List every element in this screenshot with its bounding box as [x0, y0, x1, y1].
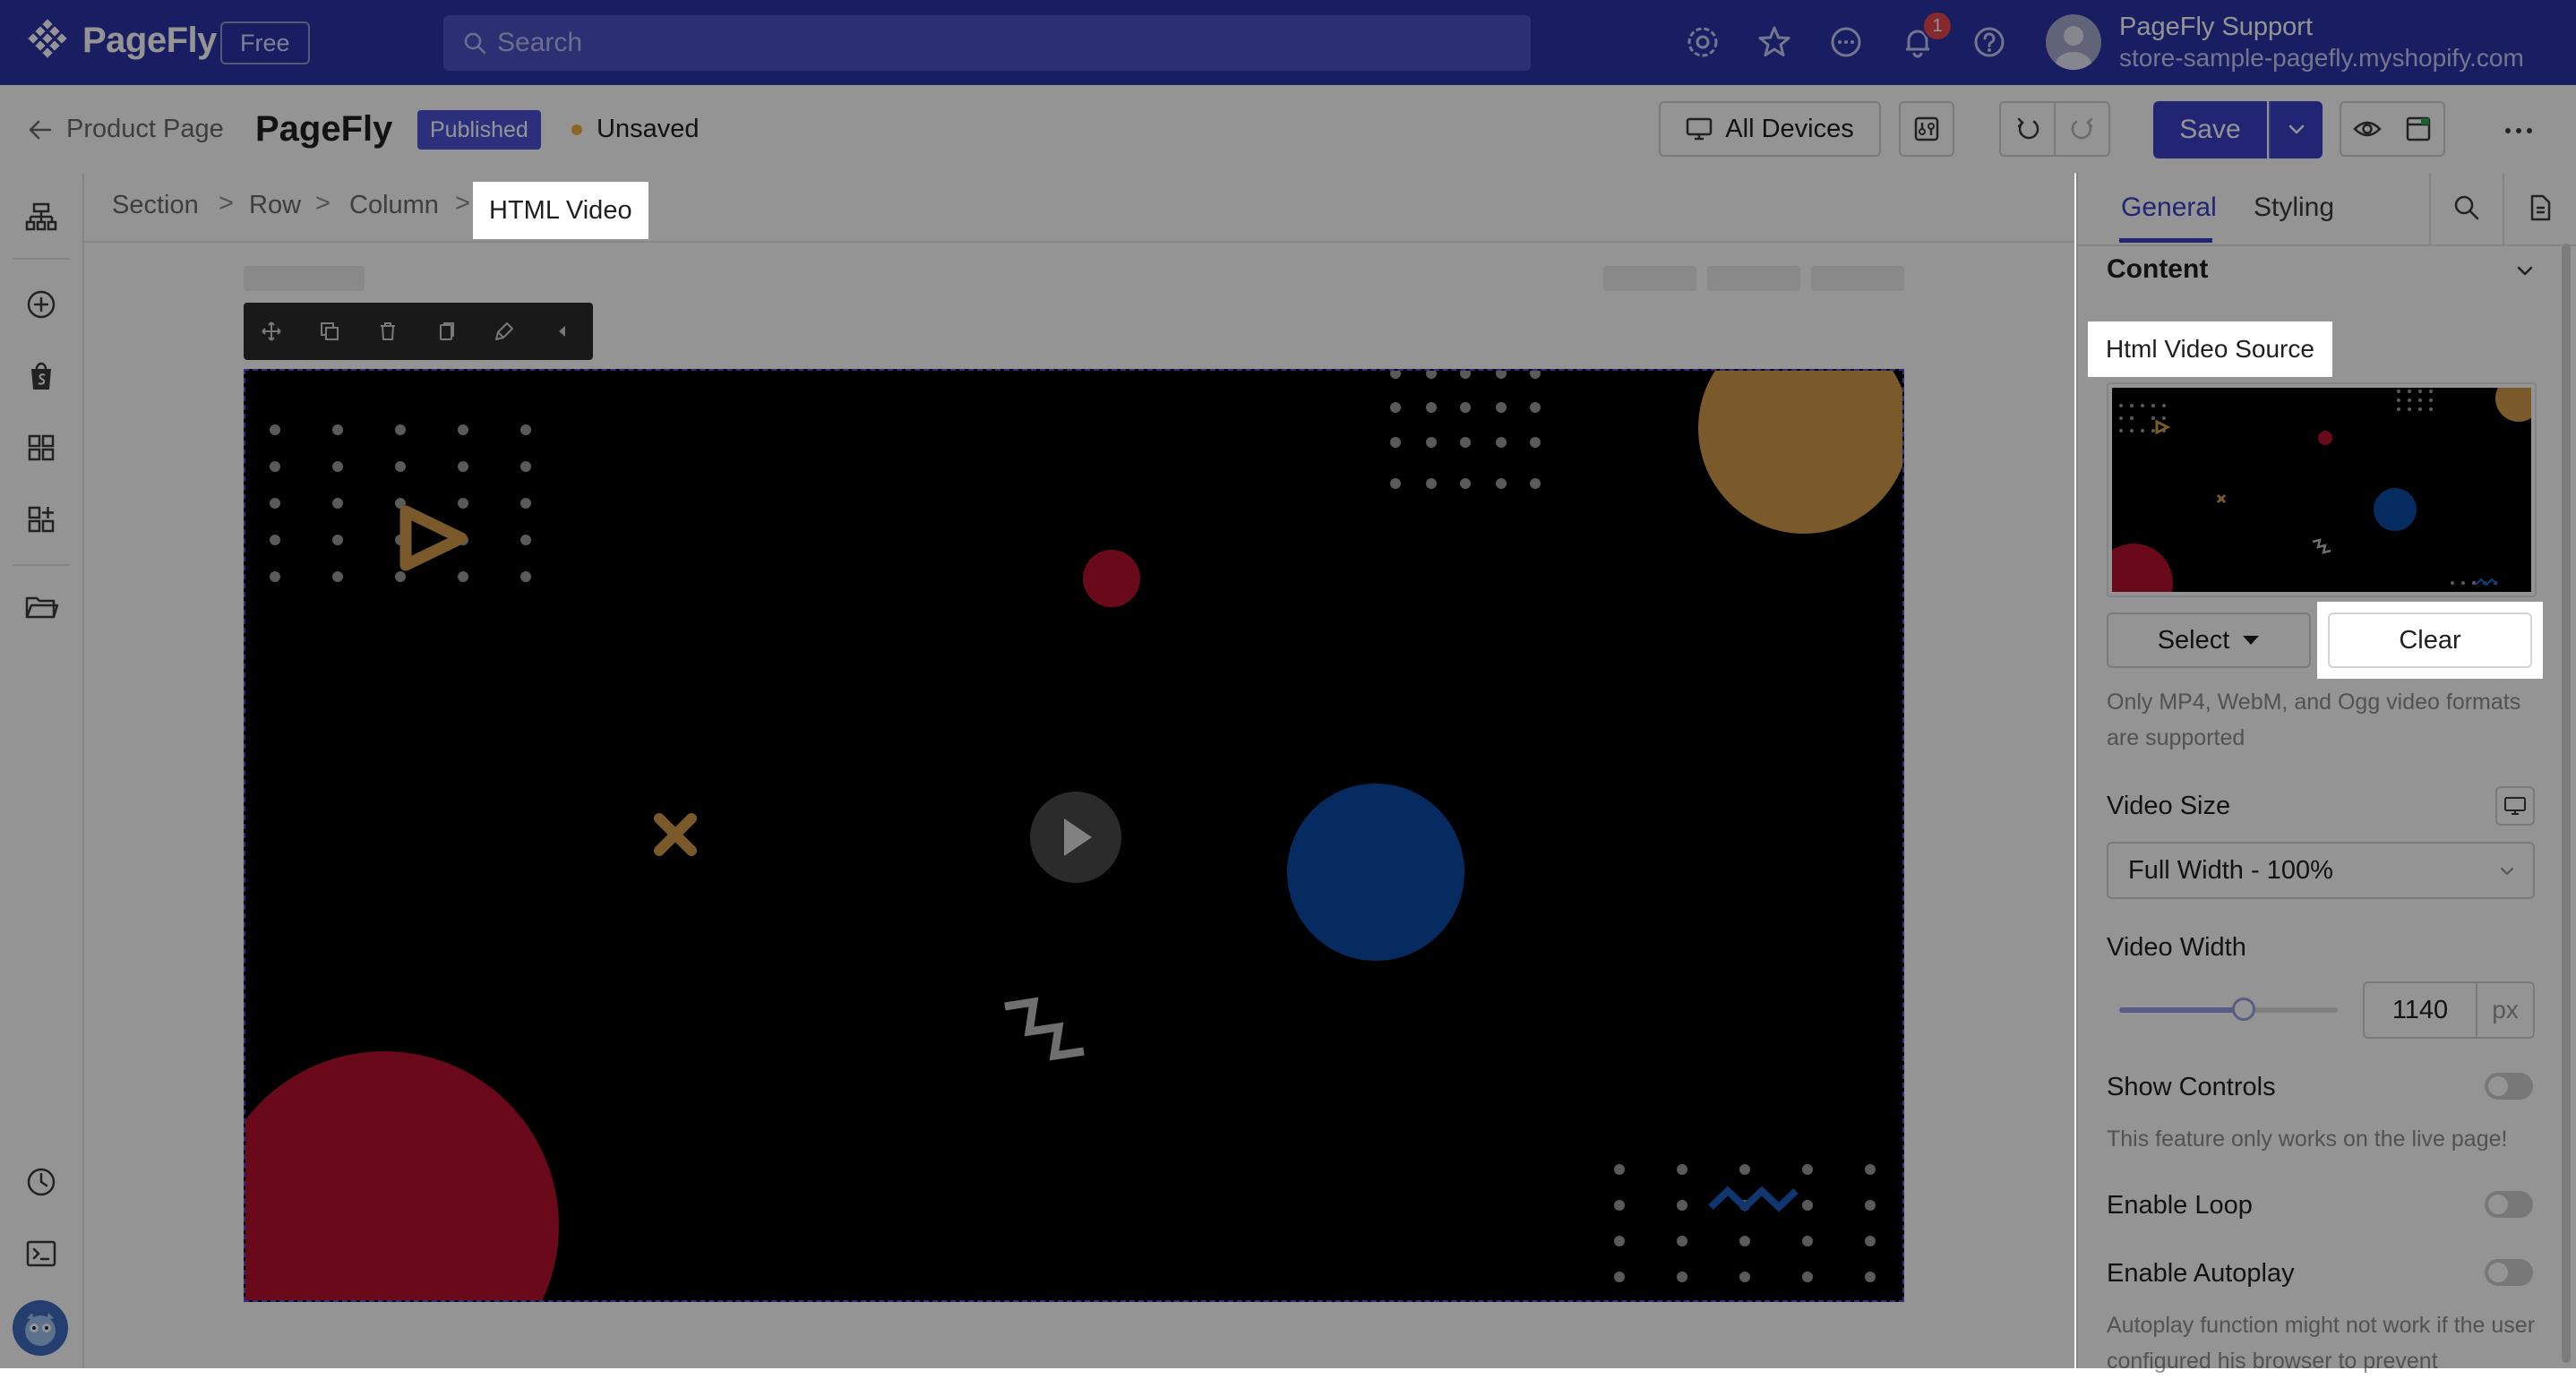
breadcrumb-html-video[interactable]: HTML Video: [473, 182, 648, 239]
clear-video-button[interactable]: Clear: [2328, 612, 2532, 668]
modal-dim-overlay: [0, 173, 84, 1368]
clear-video-spotlight: Clear: [2317, 602, 2543, 679]
modal-dim-overlay: [0, 0, 2576, 173]
modal-dim-overlay: [84, 173, 2074, 1368]
html-video-source-label: Html Video Source: [2088, 321, 2332, 377]
